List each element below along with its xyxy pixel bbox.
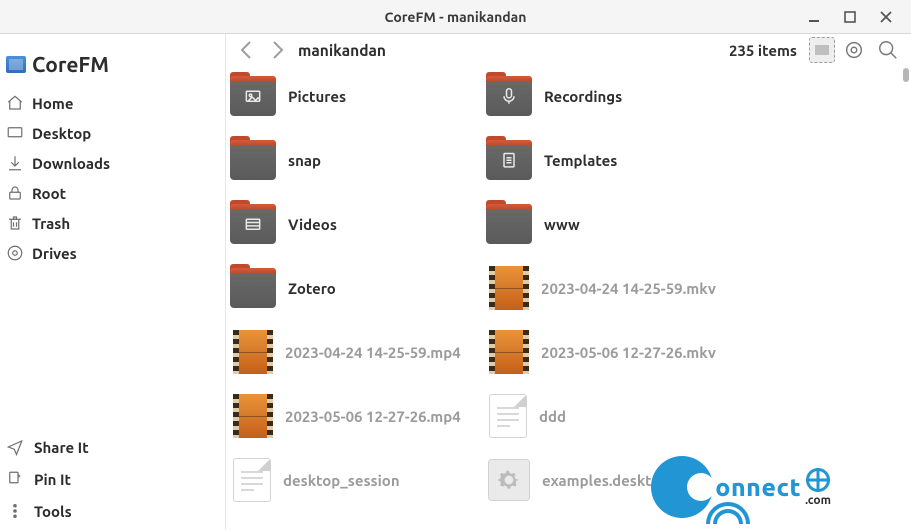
breadcrumb-path[interactable]: manikandan [298,42,386,59]
nav-forward-button[interactable] [264,37,290,63]
more-vertical-icon [6,502,24,520]
folder-icon [230,138,276,182]
entry-label: Recordings [544,88,622,105]
window-close-button[interactable] [877,8,895,26]
text-file-icon [233,458,271,502]
entry-label: 2023-04-24 14-25-59.mkv [541,280,716,297]
sidebar-item-home[interactable]: Home [6,94,219,112]
folder-item[interactable]: www [486,200,742,248]
file-item[interactable]: ddd [486,392,742,440]
window-controls [805,8,911,26]
entry-label: www [544,216,580,233]
sidebar-action-label: Tools [34,503,72,520]
entry-label: 2023-04-24 14-25-59.mp4 [285,344,461,361]
file-item[interactable] [486,520,742,530]
sidebar-action-label: Pin It [34,471,71,488]
scrollbar-thumb[interactable] [903,68,909,82]
desktop-icon [6,124,24,142]
window-maximize-button[interactable] [841,8,859,26]
sidebar-item-label: Trash [32,215,70,232]
file-item[interactable]: examples.desktop [486,456,742,504]
sidebar-item-label: Downloads [32,155,110,172]
sidebar-item-label: Desktop [32,125,91,142]
download-icon [6,154,24,172]
entry-label: ddd [539,408,566,425]
drives-icon [6,244,24,262]
file-item[interactable]: desktop_session [230,456,486,504]
entry-label: Pictures [288,88,346,105]
sidebar: CoreFM Home Desktop Downloads Root Trash [0,34,226,530]
text-file-icon [489,394,527,438]
sidebar-item-label: Home [32,95,73,112]
folder-item[interactable]: Templates [486,136,742,184]
lock-icon [6,184,24,202]
entry-label: desktop_session [283,472,400,489]
folder-item[interactable]: Zotero [230,264,486,312]
sidebar-item-downloads[interactable]: Downloads [6,154,219,172]
video-file-icon [489,266,529,310]
sidebar-bottom: Share It Pin It Tools [0,432,225,530]
sidebar-item-desktop[interactable]: Desktop [6,124,219,142]
file-item[interactable]: 2023-04-24 14-25-59.mkv [486,264,742,312]
grid-view-icon [815,45,829,55]
sidebar-item-label: Drives [32,245,77,262]
app-logo-icon [6,56,26,73]
entry-label: Videos [288,216,337,233]
window-titlebar: CoreFM - manikandan [0,0,911,34]
app-brand: CoreFM [0,34,225,90]
sidebar-item-trash[interactable]: Trash [6,214,219,232]
folder-icon [486,202,532,246]
settings-button[interactable] [839,35,869,65]
file-item[interactable]: 2023-04-24 14-25-59.mp4 [230,328,486,376]
file-item[interactable]: 2023-05-06 12-27-26.mkv [486,328,742,376]
trash-icon [6,214,24,232]
share-icon [6,438,24,456]
status-item-count: 235 items [729,42,797,59]
content-pane: manikandan 235 items Pictures Recordings s… [226,34,911,530]
entry-label: Zotero [288,280,336,297]
folder-item[interactable]: Pictures [230,72,486,120]
file-item[interactable] [230,520,486,530]
home-icon [6,94,24,112]
folder-item[interactable]: Videos [230,200,486,248]
sidebar-nav: Home Desktop Downloads Root Trash Drives [0,90,225,266]
entry-label: 2023-05-06 12-27-26.mp4 [285,408,461,425]
folder-icon [230,266,276,310]
file-grid: Pictures Recordings snap Templates Videos www… [226,66,911,530]
sidebar-action-pin[interactable]: Pin It [6,470,219,488]
search-icon [877,39,899,61]
entry-label: snap [288,152,321,169]
view-mode-button[interactable] [809,37,835,63]
folder-item[interactable]: Recordings [486,72,742,120]
folder-item[interactable]: snap [230,136,486,184]
window-title: CoreFM - manikandan [0,9,911,25]
folder-icon [486,138,532,182]
sidebar-action-label: Share It [34,439,89,456]
nav-back-button[interactable] [234,37,260,63]
video-file-icon [233,330,273,374]
video-file-icon [233,394,273,438]
sidebar-action-share[interactable]: Share It [6,438,219,456]
entry-label: 2023-05-06 12-27-26.mkv [541,344,716,361]
folder-icon [486,74,532,118]
desktop-file-icon [488,459,530,501]
entry-label: Templates [544,152,617,169]
sidebar-item-drives[interactable]: Drives [6,244,219,262]
app-name: CoreFM [32,52,109,76]
entry-label: examples.desktop [542,472,669,489]
folder-icon [230,202,276,246]
sidebar-item-root[interactable]: Root [6,184,219,202]
pin-icon [6,470,24,488]
sidebar-action-tools[interactable]: Tools [6,502,219,520]
video-file-icon [489,330,529,374]
folder-icon [230,74,276,118]
search-button[interactable] [873,35,903,65]
toolbar: manikandan 235 items [226,34,911,66]
file-item[interactable]: 2023-05-06 12-27-26.mp4 [230,392,486,440]
window-minimize-button[interactable] [805,8,823,26]
gear-icon [843,39,865,61]
sidebar-item-label: Root [32,185,66,202]
